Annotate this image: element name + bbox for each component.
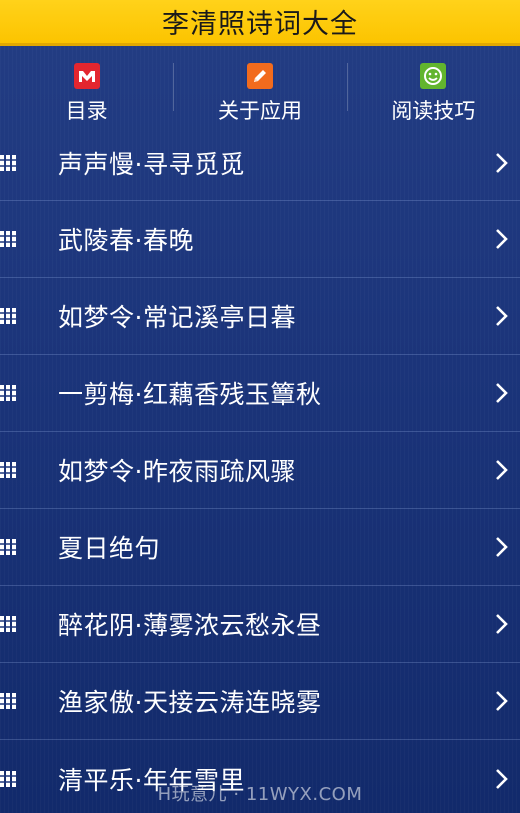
chevron-right-icon <box>496 229 508 249</box>
smiley-icon <box>420 63 447 89</box>
chevron-right-icon <box>496 152 508 173</box>
poem-title: 一剪梅·红藕香残玉簟秋 <box>58 380 322 409</box>
chevron-right-icon <box>496 537 508 557</box>
book-icon <box>0 539 16 555</box>
toolbar-tips-label: 阅读技巧 <box>391 99 476 123</box>
toolbar-catalog-label: 目录 <box>65 99 108 123</box>
list-item[interactable]: 如梦令·常记溪亭日暮 <box>0 278 520 355</box>
list-item[interactable]: 醉花阴·薄雾浓云愁永昼 <box>0 586 520 663</box>
book-icon <box>0 616 16 632</box>
book-icon <box>0 385 16 401</box>
toolbar-about-button[interactable]: 关于应用 <box>173 49 346 127</box>
book-icon <box>0 308 16 324</box>
chevron-right-icon <box>496 460 508 480</box>
pencil-icon <box>246 63 273 89</box>
list-item[interactable]: 声声慢·寻寻觅觅 <box>0 125 520 201</box>
poem-title: 夏日绝句 <box>58 534 161 563</box>
chevron-right-icon <box>496 306 508 326</box>
book-icon <box>0 462 16 478</box>
poem-title: 渔家傲·天接云涛连晓雾 <box>58 688 322 717</box>
poem-list: 声声慢·寻寻觅觅 武陵春·春晚 如梦令·常记溪亭日暮 一剪梅·红藕香残玉簟秋 如… <box>0 125 520 813</box>
chevron-right-icon <box>496 614 508 634</box>
book-icon <box>0 693 16 709</box>
poem-title: 如梦令·昨夜雨疏风骤 <box>58 457 296 486</box>
watermark: H玩意儿 · 11WYX.COM <box>157 784 363 805</box>
toolbar-about-label: 关于应用 <box>217 99 302 123</box>
poem-title: 醉花阴·薄雾浓云愁永昼 <box>58 611 322 640</box>
poem-title: 声声慢·寻寻觅觅 <box>58 149 245 179</box>
book-icon <box>0 154 16 171</box>
toolbar-catalog-button[interactable]: 目录 <box>0 49 173 127</box>
list-item[interactable]: 渔家傲·天接云涛连晓雾 <box>0 663 520 740</box>
list-item[interactable]: 夏日绝句 <box>0 509 520 586</box>
toolbar-divider <box>346 63 348 111</box>
book-icon <box>0 231 16 247</box>
poem-title: 如梦令·常记溪亭日暮 <box>58 303 296 332</box>
m-logo-icon <box>73 63 100 89</box>
toolbar-tips-button[interactable]: 阅读技巧 <box>346 49 520 127</box>
chevron-right-icon <box>496 691 508 711</box>
list-item[interactable]: 武陵春·春晚 <box>0 201 520 278</box>
app-title: 李清照诗词大全 <box>162 9 358 40</box>
poem-title: 武陵春·春晚 <box>58 226 194 255</box>
app-header: 李清照诗词大全 <box>0 0 520 46</box>
list-item[interactable]: 如梦令·昨夜雨疏风骤 <box>0 432 520 509</box>
toolbar: 目录 关于应用 阅读技巧 <box>0 49 520 127</box>
toolbar-divider <box>173 63 175 111</box>
chevron-right-icon <box>496 383 508 403</box>
list-item[interactable]: 一剪梅·红藕香残玉簟秋 <box>0 355 520 432</box>
